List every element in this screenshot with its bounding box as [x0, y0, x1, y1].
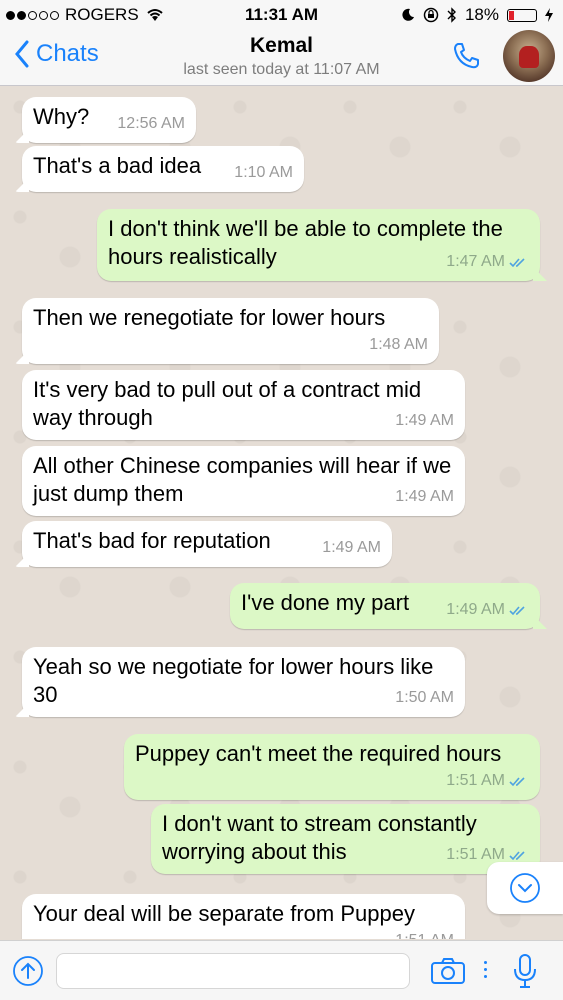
message-text: All other Chinese companies will hear if…: [33, 453, 452, 506]
message-time: 1:49 AM: [446, 601, 505, 618]
message-input[interactable]: [56, 953, 410, 989]
message-text: Then we renegotiate for lower hours: [33, 305, 386, 330]
status-bar: ROGERS 11:31 AM 18%: [0, 0, 563, 30]
phone-call-icon[interactable]: [450, 40, 482, 72]
message-bubble-incoming[interactable]: Then we renegotiate for lower hours 1:48…: [22, 298, 439, 364]
message-bubble-incoming[interactable]: Your deal will be separate from Puppey 1…: [22, 894, 465, 939]
message-time: 1:50 AM: [395, 689, 454, 706]
microphone-icon[interactable]: [512, 953, 538, 989]
message-time: 1:51 AM: [446, 772, 505, 789]
double-check-icon: [509, 257, 525, 267]
double-check-icon: [509, 605, 525, 615]
message-time: 1:10 AM: [234, 164, 293, 181]
bluetooth-icon: [447, 7, 456, 23]
charging-icon: [545, 8, 553, 22]
message-bubble-outgoing[interactable]: I don't think we'll be able to complete …: [97, 209, 540, 281]
composer-bar: [0, 940, 563, 1000]
chat-header: Chats Kemal last seen today at 11:07 AM: [0, 30, 563, 86]
double-check-icon: [509, 776, 525, 786]
message-bubble-incoming[interactable]: Why? 12:56 AM: [22, 97, 196, 143]
message-time: 1:49 AM: [395, 412, 454, 429]
message-time: 1:48 AM: [369, 336, 428, 353]
message-text: Puppey can't meet the required hours: [135, 741, 502, 766]
moon-icon: [402, 8, 414, 21]
attach-upload-icon[interactable]: [12, 955, 44, 987]
message-time: 12:56 AM: [117, 115, 185, 132]
double-check-icon: [509, 850, 525, 860]
camera-icon[interactable]: [430, 957, 466, 985]
chevron-down-icon: [510, 873, 540, 903]
separator-dots: [484, 961, 487, 978]
message-bubble-incoming[interactable]: That's a bad idea 1:10 AM: [22, 146, 304, 192]
battery-percent: 18%: [464, 5, 499, 24]
rotation-lock-icon: [423, 7, 439, 23]
avatar[interactable]: [503, 30, 555, 82]
message-list[interactable]: Why? 12:56 AM That's a bad idea 1:10 AM …: [0, 87, 563, 939]
message-bubble-incoming[interactable]: That's bad for reputation 1:49 AM: [22, 521, 392, 567]
message-time: 1:51 AM: [395, 927, 454, 939]
message-time: 1:49 AM: [322, 539, 381, 556]
scroll-to-bottom-button[interactable]: [487, 862, 563, 914]
message-bubble-outgoing[interactable]: I don't want to stream constantly worryi…: [151, 804, 540, 874]
battery-icon: [507, 8, 537, 22]
message-bubble-outgoing[interactable]: Puppey can't meet the required hours 1:5…: [124, 734, 540, 800]
message-bubble-incoming[interactable]: Yeah so we negotiate for lower hours lik…: [22, 647, 465, 717]
message-time: 1:47 AM: [446, 253, 505, 270]
message-bubble-incoming[interactable]: All other Chinese companies will hear if…: [22, 446, 465, 516]
message-text: Your deal will be separate from Puppey: [33, 901, 415, 926]
message-bubble-incoming[interactable]: It's very bad to pull out of a contract …: [22, 370, 465, 440]
message-bubble-outgoing[interactable]: I've done my part 1:49 AM: [230, 583, 540, 629]
message-time: 1:49 AM: [395, 488, 454, 505]
